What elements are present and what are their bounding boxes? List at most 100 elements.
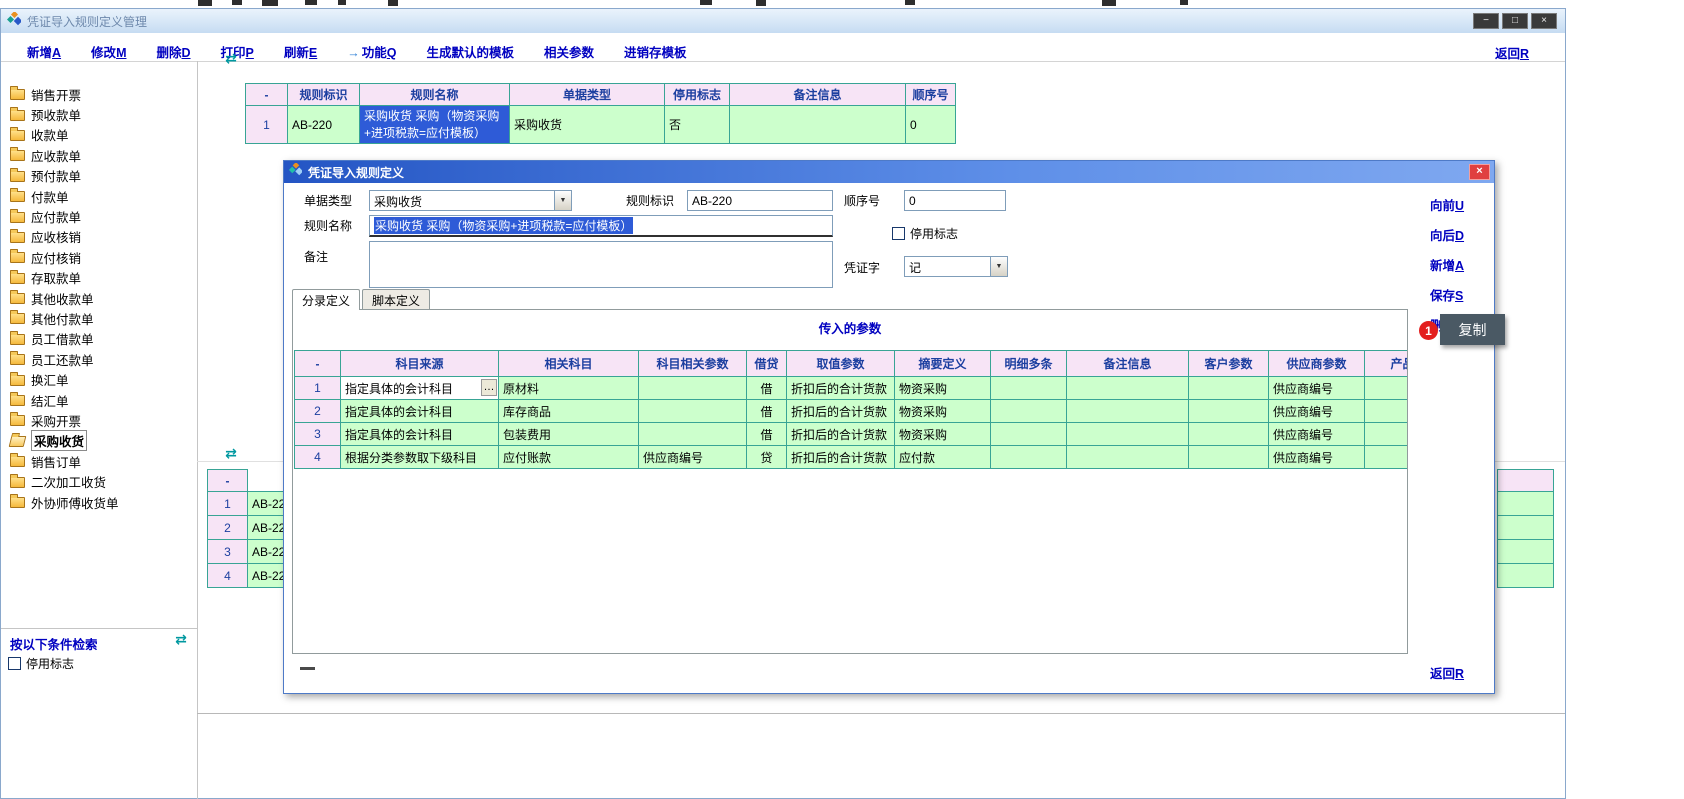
product-param-cell[interactable] — [1365, 377, 1408, 400]
chevron-down-icon[interactable]: ▼ — [554, 191, 571, 210]
summary-cell[interactable]: 应付款 — [895, 446, 991, 469]
toolbar-new-button[interactable]: 新增A — [27, 42, 61, 61]
value-param-cell[interactable]: 折扣后的合计货款 — [787, 423, 895, 446]
toolbar-related-params-button[interactable]: 相关参数 — [544, 42, 594, 61]
tree-item[interactable]: 结汇单 — [8, 390, 194, 410]
debit-credit-cell[interactable]: 贷 — [747, 446, 787, 469]
product-param-cell[interactable] — [1365, 446, 1408, 469]
checkbox-icon[interactable] — [892, 227, 905, 240]
note-cell[interactable] — [1067, 423, 1189, 446]
related-account-cell[interactable]: 原材料 — [499, 377, 639, 400]
tree-item[interactable]: 销售订单 — [8, 451, 194, 471]
summary-cell[interactable]: 物资采购 — [895, 377, 991, 400]
column-header[interactable]: 备注信息 — [1067, 351, 1189, 377]
tree-item[interactable]: 应收款单 — [8, 145, 194, 165]
incoming-params-link[interactable]: 传入的参数 — [819, 322, 882, 336]
order-cell[interactable]: 0 — [906, 106, 956, 144]
note-cell[interactable] — [730, 106, 906, 144]
move-forward-link[interactable]: 向前U — [1430, 195, 1464, 214]
customer-param-cell[interactable] — [1189, 423, 1269, 446]
row-number-cell[interactable]: 4 — [207, 563, 248, 588]
toolbar-generate-template-button[interactable]: 生成默认的模板 — [427, 42, 515, 61]
note-cell[interactable] — [1067, 377, 1189, 400]
supplier-param-cell[interactable]: 供应商编号 — [1269, 446, 1365, 469]
tree-item[interactable]: 采购开票 — [8, 410, 194, 430]
voucher-word-select[interactable]: 记 ▼ — [904, 256, 1008, 277]
tree-item[interactable]: 其他付款单 — [8, 308, 194, 328]
column-header[interactable]: 单据类型 — [510, 84, 665, 106]
column-header[interactable]: 规则标识 — [288, 84, 360, 106]
minimize-button[interactable]: − — [1473, 13, 1499, 29]
tab-script-definition[interactable]: 脚本定义 — [362, 289, 430, 310]
rule-id-input[interactable]: AB-220 — [687, 190, 833, 211]
detail-multi-cell[interactable] — [991, 377, 1067, 400]
note-textarea[interactable] — [369, 241, 833, 288]
column-header[interactable]: 产品参数 — [1365, 351, 1408, 377]
account-param-cell[interactable]: 供应商编号 — [639, 446, 747, 469]
detail-multi-cell[interactable] — [991, 423, 1067, 446]
tree-item[interactable]: 收款单 — [8, 125, 194, 145]
account-source-cell[interactable]: 根据分类参数取下级科目 — [341, 446, 499, 469]
chevron-down-icon[interactable]: ▼ — [990, 257, 1007, 276]
toolbar-refresh-button[interactable]: 刷新E — [284, 42, 317, 61]
column-header[interactable]: - — [246, 84, 288, 106]
close-button[interactable]: × — [1531, 13, 1557, 29]
toolbar-modify-button[interactable]: 修改M — [91, 42, 126, 61]
tree-item[interactable]: 应付核销 — [8, 247, 194, 267]
tree-item[interactable]: 外协师傅收货单 — [8, 492, 194, 512]
tree-item[interactable]: 应收核销 — [8, 227, 194, 247]
column-header[interactable]: 客户参数 — [1189, 351, 1269, 377]
tree-item[interactable]: 员工还款单 — [8, 349, 194, 369]
column-header[interactable]: 取值参数 — [787, 351, 895, 377]
column-header[interactable]: 科目相关参数 — [639, 351, 747, 377]
product-param-cell[interactable] — [1365, 400, 1408, 423]
related-account-cell[interactable]: 库存商品 — [499, 400, 639, 423]
account-param-cell[interactable] — [639, 377, 747, 400]
detail-multi-cell[interactable] — [991, 446, 1067, 469]
disabled-flag-cell[interactable]: 否 — [665, 106, 730, 144]
debit-credit-cell[interactable]: 借 — [747, 377, 787, 400]
column-header[interactable]: 规则名称 — [360, 84, 510, 106]
tree-item[interactable]: 付款单 — [8, 186, 194, 206]
filter-disabled-checkbox[interactable]: 停用标志 — [8, 655, 74, 672]
dialog-return-link[interactable]: 返回R — [1430, 663, 1464, 682]
supplier-param-cell[interactable]: 供应商编号 — [1269, 377, 1365, 400]
product-param-cell[interactable] — [1365, 423, 1408, 446]
dialog-close-button[interactable]: × — [1469, 164, 1490, 180]
tree-item[interactable]: 换汇单 — [8, 369, 194, 389]
customer-param-cell[interactable] — [1189, 400, 1269, 423]
filter-search-link[interactable]: 按以下条件检索 — [10, 634, 98, 653]
tree-item[interactable]: 应付款单 — [8, 206, 194, 226]
add-link[interactable]: 新增A — [1430, 255, 1464, 274]
debit-credit-cell[interactable]: 借 — [747, 423, 787, 446]
value-param-cell[interactable]: 折扣后的合计货款 — [787, 446, 895, 469]
customer-param-cell[interactable] — [1189, 446, 1269, 469]
toolbar-delete-button[interactable]: 删除D — [156, 42, 190, 61]
row-number-cell[interactable]: 1 — [295, 377, 341, 400]
account-source-cell[interactable]: 指定具体的会计科目 — [341, 423, 499, 446]
column-header[interactable]: 停用标志 — [665, 84, 730, 106]
column-header[interactable]: 科目来源 — [341, 351, 499, 377]
toolbar-return-button[interactable]: 返回R — [1495, 43, 1529, 62]
toolbar-function-button[interactable]: →功能Q — [347, 42, 396, 61]
rule-name-input[interactable]: 采购收货 采购（物资采购+进项税款=应付模板） — [369, 215, 833, 237]
account-source-cell[interactable]: 指定具体的会计科目 … — [341, 377, 499, 400]
tree-item-selected[interactable]: 采购收货 — [8, 431, 194, 451]
toolbar-inventory-template-button[interactable]: 进销存模板 — [624, 42, 687, 61]
column-header[interactable]: 供应商参数 — [1269, 351, 1365, 377]
customer-param-cell[interactable] — [1189, 377, 1269, 400]
row-number-cell[interactable]: 3 — [295, 423, 341, 446]
tree-item[interactable]: 二次加工收货 — [8, 471, 194, 491]
tree-item[interactable]: 其他收款单 — [8, 288, 194, 308]
column-header[interactable]: 相关科目 — [499, 351, 639, 377]
tree-item[interactable]: 预收款单 — [8, 104, 194, 124]
doc-type-select[interactable]: 采购收货 ▼ — [369, 190, 572, 211]
order-input[interactable]: 0 — [904, 190, 1006, 211]
row-number-cell[interactable]: 2 — [295, 400, 341, 423]
tree-item[interactable]: 存取款单 — [8, 268, 194, 288]
row-number-cell[interactable]: 1 — [246, 106, 288, 144]
supplier-param-cell[interactable]: 供应商编号 — [1269, 400, 1365, 423]
maximize-button[interactable]: □ — [1502, 13, 1528, 29]
summary-cell[interactable]: 物资采购 — [895, 423, 991, 446]
account-param-cell[interactable] — [639, 423, 747, 446]
